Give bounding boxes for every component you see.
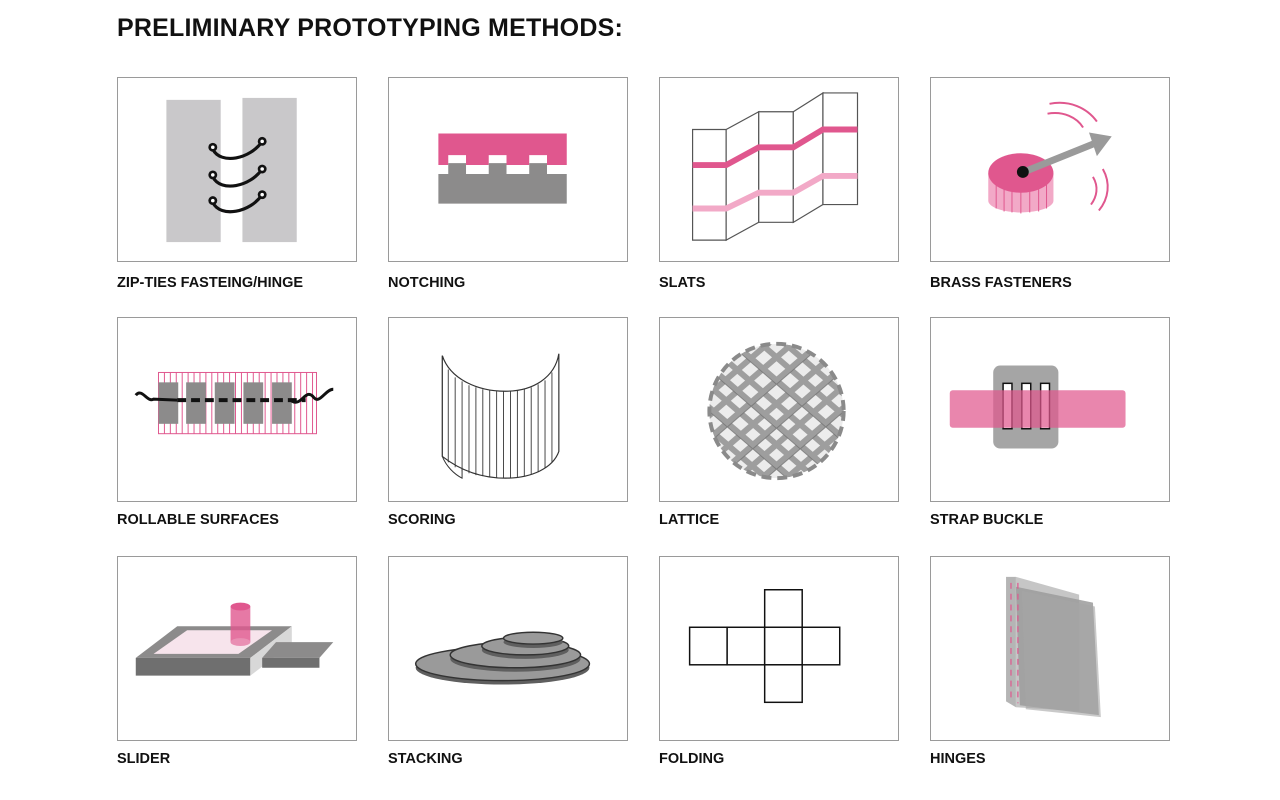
hinges-icon — [1006, 576, 1101, 718]
method-label-slider: SLIDER — [117, 751, 171, 767]
method-card-lattice — [659, 317, 899, 502]
method-card-brass-fasteners — [930, 77, 1170, 262]
slats-icon — [691, 91, 859, 242]
method-card-strap-buckle — [930, 317, 1170, 502]
slider-icon — [135, 602, 334, 676]
method-card-notching — [388, 77, 628, 262]
method-card-rollable-surfaces — [117, 317, 357, 502]
method-label-slats: SLATS — [659, 275, 706, 291]
stacking-icon — [414, 631, 591, 685]
method-label-hinges: HINGES — [930, 751, 986, 767]
page-title: PRELIMINARY PROTOTYPING METHODS: — [117, 14, 623, 42]
lattice-sphere-icon — [707, 341, 846, 481]
brass-fastener-icon — [988, 101, 1112, 214]
method-label-stacking: STACKING — [388, 751, 463, 767]
zip-ties-hinge-icon — [166, 97, 297, 243]
method-label-scoring: SCORING — [388, 512, 456, 528]
method-card-slats — [659, 77, 899, 262]
method-label-folding: FOLDING — [659, 751, 725, 767]
method-card-hinges — [930, 556, 1170, 741]
folding-net-icon — [688, 589, 841, 704]
method-label-lattice: LATTICE — [659, 512, 720, 528]
scoring-icon — [441, 353, 560, 479]
method-card-slider — [117, 556, 357, 741]
rollable-surface-icon — [134, 371, 334, 435]
method-label-notching: NOTCHING — [388, 275, 466, 291]
method-card-zip-ties — [117, 77, 357, 262]
method-card-scoring — [388, 317, 628, 502]
method-label-strap-buckle: STRAP BUCKLE — [930, 512, 1044, 528]
method-label-zip-ties: ZIP-TIES FASTEING/HINGE — [117, 275, 304, 291]
method-card-stacking — [388, 556, 628, 741]
strap-buckle-icon — [949, 365, 1126, 449]
method-label-brass-fasteners: BRASS FASTENERS — [930, 275, 1072, 291]
notching-icon — [438, 133, 567, 204]
method-label-rollable-surfaces: ROLLABLE SURFACES — [117, 512, 279, 528]
method-card-folding — [659, 556, 899, 741]
